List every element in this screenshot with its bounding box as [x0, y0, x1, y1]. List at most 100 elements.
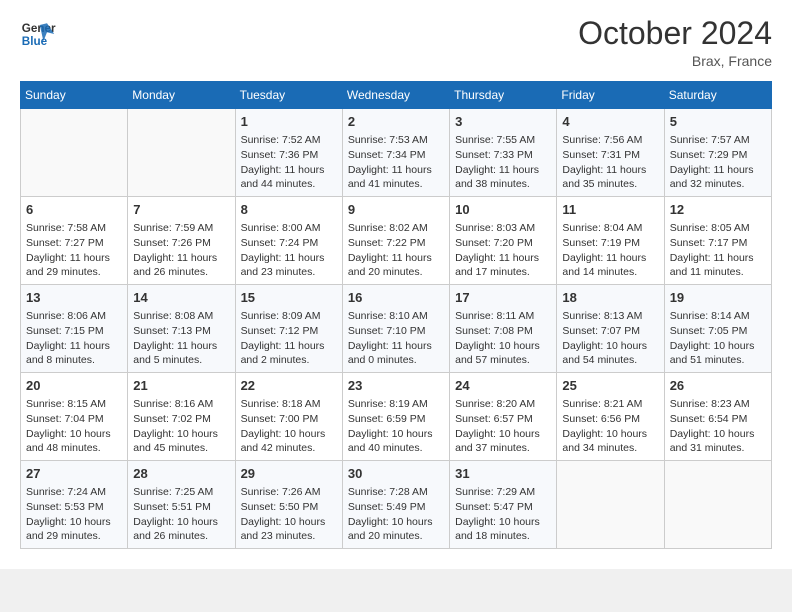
day-info-line: Daylight: 10 hours and 57 minutes. — [455, 339, 551, 368]
day-info-line: Sunrise: 7:58 AM — [26, 221, 122, 236]
day-info-line: Sunset: 7:34 PM — [348, 148, 444, 163]
calendar-cell: 15Sunrise: 8:09 AMSunset: 7:12 PMDayligh… — [235, 285, 342, 373]
day-info-line: Sunset: 7:07 PM — [562, 324, 658, 339]
day-info-line: Sunset: 5:47 PM — [455, 500, 551, 515]
day-info-line: Sunrise: 8:20 AM — [455, 397, 551, 412]
day-info-line: Sunset: 7:33 PM — [455, 148, 551, 163]
day-info-line: Daylight: 10 hours and 51 minutes. — [670, 339, 766, 368]
calendar-cell: 23Sunrise: 8:19 AMSunset: 6:59 PMDayligh… — [342, 373, 449, 461]
day-info-line: Sunrise: 8:15 AM — [26, 397, 122, 412]
day-info-line: Sunset: 5:50 PM — [241, 500, 337, 515]
day-info-line: Daylight: 11 hours and 41 minutes. — [348, 163, 444, 192]
day-info-line: Daylight: 10 hours and 34 minutes. — [562, 427, 658, 456]
day-number: 15 — [241, 289, 337, 307]
calendar-cell: 13Sunrise: 8:06 AMSunset: 7:15 PMDayligh… — [21, 285, 128, 373]
day-info-line: Daylight: 10 hours and 54 minutes. — [562, 339, 658, 368]
calendar-cell: 29 Sunrise: 7:26 AMSunset: 5:50 PMDayligh… — [235, 460, 342, 548]
calendar-cell: 24Sunrise: 8:20 AMSunset: 6:57 PMDayligh… — [450, 373, 557, 461]
day-number: 17 — [455, 289, 551, 307]
day-info-line: Sunset: 7:24 PM — [241, 236, 337, 251]
weekday-monday: Monday — [128, 82, 235, 109]
day-info-line: Sunset: 7:20 PM — [455, 236, 551, 251]
day-info-line: Sunset: 6:56 PM — [562, 412, 658, 427]
calendar-cell: 2 Sunrise: 7:53 AMSunset: 7:34 PMDaylight… — [342, 109, 449, 197]
day-info-line: Daylight: 11 hours and 35 minutes. — [562, 163, 658, 192]
day-info-line: Sunset: 7:02 PM — [133, 412, 229, 427]
calendar-cell — [128, 109, 235, 197]
day-number: 21 — [133, 377, 229, 395]
day-info-line: Sunset: 7:00 PM — [241, 412, 337, 427]
day-number: 30 — [348, 465, 444, 483]
day-info-line: Daylight: 11 hours and 17 minutes. — [455, 251, 551, 280]
calendar-week-2: 6Sunrise: 7:58 AMSunset: 7:27 PMDaylight… — [21, 197, 772, 285]
weekday-wednesday: Wednesday — [342, 82, 449, 109]
day-info-line: Sunrise: 8:06 AM — [26, 309, 122, 324]
calendar-cell: 9Sunrise: 8:02 AMSunset: 7:22 PMDaylight… — [342, 197, 449, 285]
day-info-line: Sunrise: 8:16 AM — [133, 397, 229, 412]
day-info-line: Daylight: 11 hours and 11 minutes. — [670, 251, 766, 280]
day-number: 31 — [455, 465, 551, 483]
header: General Blue October 2024 Brax, France — [20, 16, 772, 69]
day-info-line: Sunset: 7:22 PM — [348, 236, 444, 251]
weekday-tuesday: Tuesday — [235, 82, 342, 109]
day-info-line: Sunrise: 8:18 AM — [241, 397, 337, 412]
day-info-line: Daylight: 11 hours and 14 minutes. — [562, 251, 658, 280]
day-info-line: Daylight: 11 hours and 23 minutes. — [241, 251, 337, 280]
day-info-line: Daylight: 10 hours and 23 minutes. — [241, 515, 337, 544]
calendar-cell: 11 Sunrise: 8:04 AMSunset: 7:19 PMDayligh… — [557, 197, 664, 285]
day-info-line: Sunrise: 7:53 AM — [348, 133, 444, 148]
day-info-line: Sunrise: 8:10 AM — [348, 309, 444, 324]
calendar-week-1: 1Sunrise: 7:52 AMSunset: 7:36 PMDaylight… — [21, 109, 772, 197]
day-number: 8 — [241, 201, 337, 219]
day-info-line: Sunrise: 7:25 AM — [133, 485, 229, 500]
day-number: 11 — [562, 201, 658, 219]
day-info-line: Sunset: 7:19 PM — [562, 236, 658, 251]
day-number: 25 — [562, 377, 658, 395]
day-number: 23 — [348, 377, 444, 395]
day-info-line: Sunset: 7:26 PM — [133, 236, 229, 251]
day-info-line: Sunrise: 8:14 AM — [670, 309, 766, 324]
day-info-line: Sunset: 7:05 PM — [670, 324, 766, 339]
day-info-line: Sunrise: 8:04 AM — [562, 221, 658, 236]
day-info-line: Sunrise: 7:52 AM — [241, 133, 337, 148]
weekday-friday: Friday — [557, 82, 664, 109]
title-block: October 2024 Brax, France — [578, 16, 772, 69]
calendar-cell: 7Sunrise: 7:59 AMSunset: 7:26 PMDaylight… — [128, 197, 235, 285]
day-number: 5 — [670, 113, 766, 131]
day-info-line: Sunset: 7:10 PM — [348, 324, 444, 339]
day-info-line: Sunrise: 7:59 AM — [133, 221, 229, 236]
day-number: 29 — [241, 465, 337, 483]
day-number: 4 — [562, 113, 658, 131]
day-info-line: Daylight: 10 hours and 18 minutes. — [455, 515, 551, 544]
calendar-cell: 1Sunrise: 7:52 AMSunset: 7:36 PMDaylight… — [235, 109, 342, 197]
calendar-cell — [557, 460, 664, 548]
day-info-line: Sunset: 6:59 PM — [348, 412, 444, 427]
location: Brax, France — [578, 53, 772, 69]
calendar-cell: 26Sunrise: 8:23 AMSunset: 6:54 PMDayligh… — [664, 373, 771, 461]
calendar-cell: 18Sunrise: 8:13 AMSunset: 7:07 PMDayligh… — [557, 285, 664, 373]
day-info-line: Sunrise: 7:57 AM — [670, 133, 766, 148]
day-number: 2 — [348, 113, 444, 131]
weekday-saturday: Saturday — [664, 82, 771, 109]
day-number: 12 — [670, 201, 766, 219]
calendar-cell: 10Sunrise: 8:03 AMSunset: 7:20 PMDayligh… — [450, 197, 557, 285]
day-number: 3 — [455, 113, 551, 131]
day-info-line: Sunrise: 8:08 AM — [133, 309, 229, 324]
day-info-line: Sunrise: 7:26 AM — [241, 485, 337, 500]
calendar-cell: 8Sunrise: 8:00 AMSunset: 7:24 PMDaylight… — [235, 197, 342, 285]
calendar-cell: 31 Sunrise: 7:29 AMSunset: 5:47 PMDayligh… — [450, 460, 557, 548]
calendar-week-3: 13Sunrise: 8:06 AMSunset: 7:15 PMDayligh… — [21, 285, 772, 373]
calendar-cell: 28Sunrise: 7:25 AMSunset: 5:51 PMDayligh… — [128, 460, 235, 548]
day-number: 20 — [26, 377, 122, 395]
weekday-thursday: Thursday — [450, 82, 557, 109]
day-info-line: Daylight: 11 hours and 8 minutes. — [26, 339, 122, 368]
day-info-line: Daylight: 10 hours and 20 minutes. — [348, 515, 444, 544]
day-number: 22 — [241, 377, 337, 395]
day-info-line: Daylight: 10 hours and 29 minutes. — [26, 515, 122, 544]
day-info-line: Sunrise: 7:29 AM — [455, 485, 551, 500]
logo-icon: General Blue — [20, 16, 56, 52]
day-info-line: Sunset: 7:36 PM — [241, 148, 337, 163]
calendar-cell: 27Sunrise: 7:24 AMSunset: 5:53 PMDayligh… — [21, 460, 128, 548]
calendar-body: 1Sunrise: 7:52 AMSunset: 7:36 PMDaylight… — [21, 109, 772, 549]
calendar-cell: 30Sunrise: 7:28 AMSunset: 5:49 PMDayligh… — [342, 460, 449, 548]
